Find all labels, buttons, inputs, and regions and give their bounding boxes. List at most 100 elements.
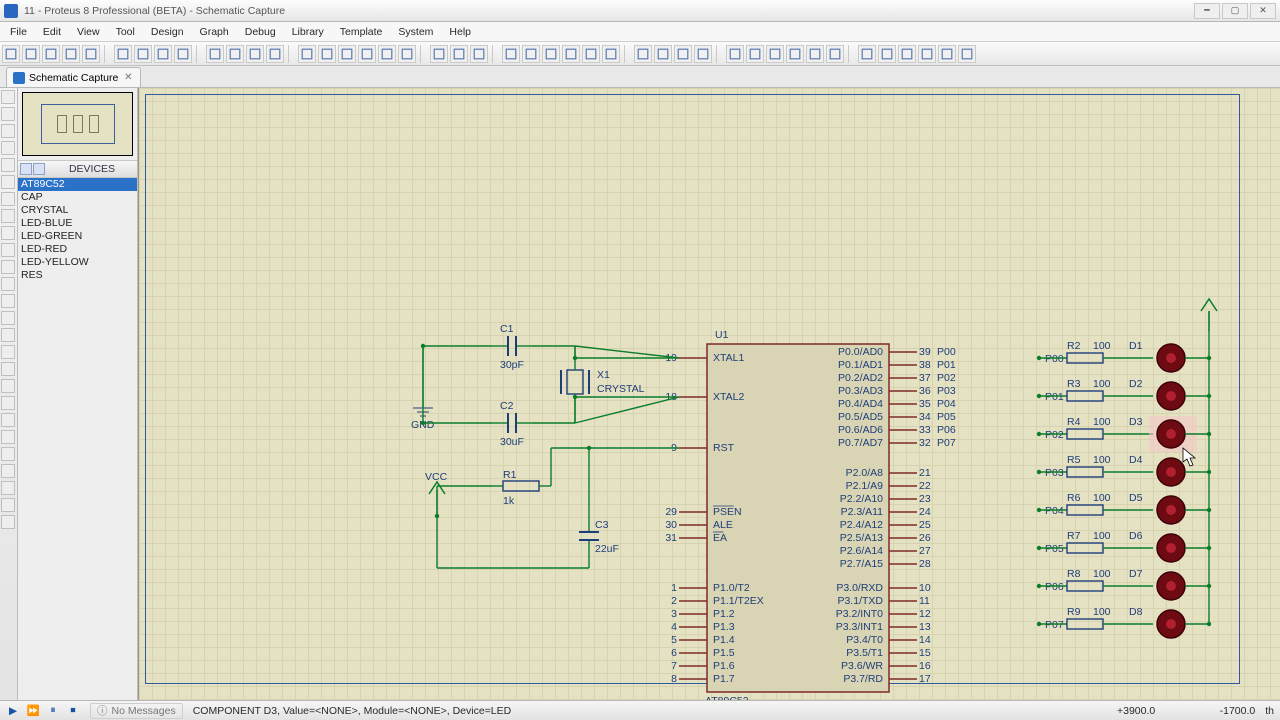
menu-edit[interactable]: Edit [35,22,69,41]
palette-tool[interactable] [1,107,15,121]
menu-view[interactable]: View [69,22,108,41]
toolbar-button[interactable] [938,45,956,63]
close-button[interactable]: ✕ [1250,3,1276,19]
library-icon[interactable] [33,163,45,175]
palette-tool[interactable] [1,362,15,376]
toolbar-button[interactable] [542,45,560,63]
palette-tool[interactable] [1,192,15,206]
toolbar-button[interactable] [358,45,376,63]
device-item[interactable]: RES [18,269,137,282]
toolbar-button[interactable] [318,45,336,63]
maximize-button[interactable]: ▢ [1222,3,1248,19]
schematic-canvas[interactable]: U1AT89C5219XTAL118XTAL29RST29PSEN30ALE31… [138,88,1280,700]
palette-tool[interactable] [1,447,15,461]
play-button[interactable]: ▶ [6,704,20,718]
palette-tool[interactable] [1,430,15,444]
palette-tool[interactable] [1,481,15,495]
component-r3[interactable] [1067,391,1103,401]
toolbar-button[interactable] [746,45,764,63]
toolbar-button[interactable] [958,45,976,63]
toolbar-button[interactable] [298,45,316,63]
toolbar-button[interactable] [654,45,672,63]
toolbar-button[interactable] [2,45,20,63]
toolbar-button[interactable] [62,45,80,63]
menu-design[interactable]: Design [143,22,192,41]
menu-debug[interactable]: Debug [237,22,284,41]
pause-button[interactable]: ⏸ [46,704,60,718]
toolbar-button[interactable] [602,45,620,63]
menu-template[interactable]: Template [332,22,391,41]
menu-system[interactable]: System [390,22,441,41]
toolbar-button[interactable] [858,45,876,63]
palette-tool[interactable] [1,464,15,478]
menu-file[interactable]: File [2,22,35,41]
palette-tool[interactable] [1,396,15,410]
toolbar-button[interactable] [826,45,844,63]
component-r6[interactable] [1067,505,1103,515]
palette-tool[interactable] [1,175,15,189]
toolbar-button[interactable] [174,45,192,63]
toolbar-button[interactable] [450,45,468,63]
toolbar-button[interactable] [878,45,896,63]
toolbar-button[interactable] [766,45,784,63]
toolbar-button[interactable] [522,45,540,63]
palette-tool[interactable] [1,226,15,240]
toolbar-button[interactable] [22,45,40,63]
palette-tool[interactable] [1,243,15,257]
toolbar-button[interactable] [470,45,488,63]
palette-tool[interactable] [1,498,15,512]
device-item[interactable]: LED-GREEN [18,230,137,243]
palette-tool[interactable] [1,345,15,359]
toolbar-button[interactable] [246,45,264,63]
tab-close-icon[interactable]: ✕ [122,72,134,84]
toolbar-button[interactable] [502,45,520,63]
component-r5[interactable] [1067,467,1103,477]
toolbar-button[interactable] [398,45,416,63]
palette-tool[interactable] [1,379,15,393]
component-r9[interactable] [1067,619,1103,629]
menu-tool[interactable]: Tool [108,22,143,41]
messages-indicator[interactable]: ⓘ No Messages [90,703,183,719]
component-r7[interactable] [1067,543,1103,553]
menu-library[interactable]: Library [284,22,332,41]
menu-graph[interactable]: Graph [192,22,237,41]
device-item[interactable]: LED-BLUE [18,217,137,230]
toolbar-button[interactable] [582,45,600,63]
step-button[interactable]: ⏩ [26,704,40,718]
toolbar-button[interactable] [430,45,448,63]
component-r8[interactable] [1067,581,1103,591]
component-r4[interactable] [1067,429,1103,439]
toolbar-button[interactable] [674,45,692,63]
device-item[interactable]: AT89C52 [18,178,137,191]
toolbar-button[interactable] [114,45,132,63]
palette-tool[interactable] [1,209,15,223]
toolbar-button[interactable] [42,45,60,63]
device-item[interactable]: CAP [18,191,137,204]
toolbar-button[interactable] [266,45,284,63]
toolbar-button[interactable] [694,45,712,63]
toolbar-button[interactable] [134,45,152,63]
device-list[interactable]: AT89C52CAPCRYSTALLED-BLUELED-GREENLED-RE… [18,178,137,700]
toolbar-button[interactable] [918,45,936,63]
palette-tool[interactable] [1,141,15,155]
palette-tool[interactable] [1,90,15,104]
toolbar-button[interactable] [154,45,172,63]
menu-help[interactable]: Help [441,22,479,41]
palette-tool[interactable] [1,515,15,529]
component-r2[interactable] [1067,353,1103,363]
palette-tool[interactable] [1,124,15,138]
minimize-button[interactable]: ━ [1194,3,1220,19]
palette-tool[interactable] [1,311,15,325]
toolbar-button[interactable] [726,45,744,63]
palette-tool[interactable] [1,158,15,172]
toolbar-button[interactable] [634,45,652,63]
palette-tool[interactable] [1,260,15,274]
palette-tool[interactable] [1,294,15,308]
toolbar-button[interactable] [786,45,804,63]
device-item[interactable]: CRYSTAL [18,204,137,217]
stop-button[interactable]: ⏹ [66,704,80,718]
device-item[interactable]: LED-YELLOW [18,256,137,269]
palette-tool[interactable] [1,328,15,342]
palette-tool[interactable] [1,413,15,427]
toolbar-button[interactable] [898,45,916,63]
